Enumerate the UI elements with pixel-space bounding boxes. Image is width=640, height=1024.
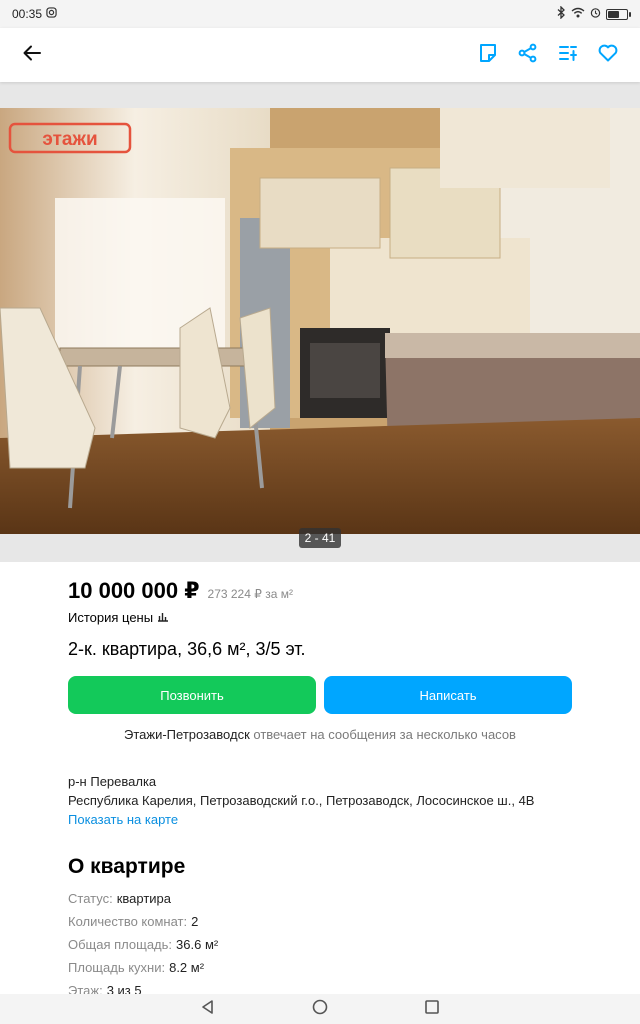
param-label: Общая площадь: [68, 937, 173, 952]
about-params: Статус: квартира Количество комнат: 2 Общая … [68, 891, 588, 1006]
system-nav-bar [0, 994, 640, 1024]
heart-icon [598, 44, 618, 67]
param-row: Общая площадь: 36.6 м² [68, 937, 588, 960]
bar-chart-icon [157, 610, 169, 625]
wifi-icon [571, 7, 585, 21]
price-row: 10 000 000 ₽ 273 224 ₽ за м² [68, 578, 588, 604]
param-label: Площадь кухни: [68, 960, 166, 975]
bluetooth-icon [557, 5, 566, 22]
address: Республика Карелия, Петрозаводский г.о.,… [68, 793, 535, 808]
app-bar [0, 28, 640, 82]
battery-icon [606, 8, 631, 20]
price: 10 000 000 ₽ [68, 578, 200, 603]
seller-response-info: Этажи-Петрозаводск отвечает на сообщения… [68, 727, 572, 742]
param-row: Количество комнат: 2 [68, 914, 588, 937]
back-button[interactable] [16, 39, 48, 71]
share-icon [518, 43, 538, 68]
status-time: 00:35 [12, 7, 43, 21]
show-on-map-link[interactable]: Показать на карте [68, 810, 588, 829]
write-button[interactable]: Написать [324, 676, 572, 714]
photo-gallery[interactable]: этажи 2 - 41 [0, 82, 640, 562]
status-bar: 00:35 [0, 0, 640, 28]
status-left: 00:35 [12, 7, 57, 21]
seller-name[interactable]: Этажи-Петрозаводск [124, 727, 250, 742]
note-icon [479, 43, 497, 68]
photo-watermark: этажи [42, 129, 97, 150]
param-row: Площадь кухни: 8.2 м² [68, 960, 588, 983]
seller-response-note: отвечает на сообщения за несколько часов [249, 727, 516, 742]
param-label: Статус: [68, 891, 113, 906]
status-right [557, 5, 631, 22]
param-value: квартира [116, 891, 172, 906]
share-button[interactable] [512, 39, 544, 71]
param-value: 2 [191, 914, 199, 929]
nav-home-icon[interactable] [312, 999, 328, 1020]
kitchen-photo[interactable]: этажи [0, 108, 640, 534]
param-row: Статус: квартира [68, 891, 588, 914]
price-history-link[interactable]: История цены [68, 610, 588, 625]
instagram-icon [46, 7, 57, 21]
favorite-button[interactable] [592, 39, 624, 71]
nav-back-icon[interactable] [200, 999, 216, 1020]
param-label: Количество комнат: [68, 914, 188, 929]
arrow-left-icon [23, 45, 41, 66]
note-button[interactable] [472, 39, 504, 71]
nav-recents-icon[interactable] [424, 999, 440, 1020]
app-bar-actions [472, 39, 624, 71]
alarm-icon [590, 7, 601, 21]
price-per-m2: 273 224 ₽ за м² [207, 587, 293, 601]
call-button[interactable]: Позвонить [68, 676, 316, 714]
listing-title: 2-к. квартира, 36,6 м², 3/5 эт. [68, 639, 306, 659]
listing-content: 10 000 000 ₽ 273 224 ₽ за м² История цен… [68, 562, 588, 1006]
about-title: О квартире [68, 855, 186, 878]
battery-fill [608, 10, 619, 18]
compare-button[interactable] [552, 39, 584, 71]
address-block: р-н Перевалка Республика Карелия, Петроз… [68, 772, 588, 829]
compare-icon [558, 43, 578, 68]
price-history-label: История цены [68, 610, 154, 625]
param-value: 36.6 м² [176, 937, 219, 952]
district: р-н Перевалка [68, 774, 157, 789]
photo-counter: 2 - 41 [299, 528, 341, 548]
contact-buttons: Позвонить Написать [68, 676, 588, 714]
param-value: 8.2 м² [169, 960, 205, 975]
